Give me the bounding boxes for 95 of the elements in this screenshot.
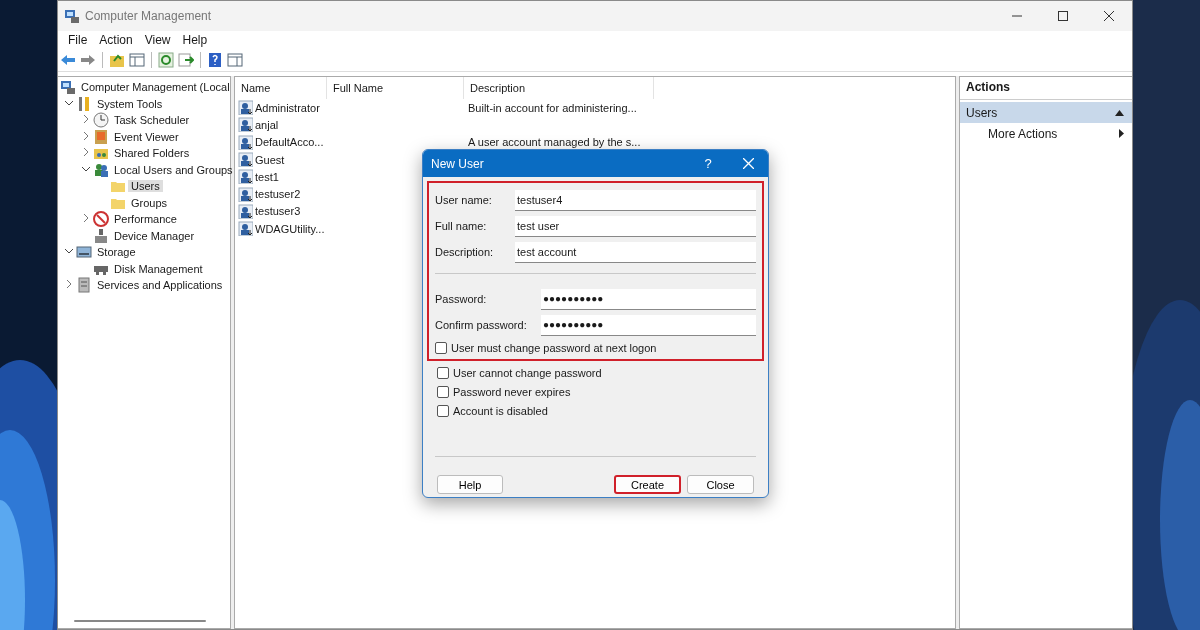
tree-item[interactable]: Services and Applications: [94, 279, 226, 292]
tree-item[interactable]: Storage: [94, 246, 139, 259]
actions-section[interactable]: Users: [960, 102, 1132, 123]
menu-item[interactable]: Help: [176, 33, 214, 47]
user-icon: [238, 203, 253, 219]
column-header[interactable]: Name: [235, 77, 327, 99]
table-cell-text: A user account managed by the s...: [467, 136, 642, 149]
tree-item[interactable]: Local Users and Groups: [111, 163, 236, 176]
scrollbar[interactable]: [74, 620, 206, 622]
tree-item[interactable]: Groups: [128, 196, 171, 209]
caret-icon: [1115, 109, 1124, 116]
checkbox[interactable]: [437, 404, 449, 417]
table-cell: testuser2: [255, 188, 301, 201]
user-icon: [238, 169, 253, 185]
tree-item[interactable]: Performance: [111, 213, 180, 226]
caret-icon: [1119, 129, 1124, 138]
close-icon[interactable]: [1104, 11, 1114, 21]
collapse-chevron-icon[interactable]: [65, 247, 73, 256]
computer-icon: [64, 8, 80, 24]
table-cell: anjal: [255, 118, 279, 131]
dialog-button[interactable]: Create: [614, 475, 681, 494]
table-cell: testuser3: [255, 205, 301, 218]
expand-chevron-icon[interactable]: [82, 214, 90, 223]
log-icon: [93, 128, 109, 145]
tree-item[interactable]: Disk Management: [111, 262, 206, 275]
password-field[interactable]: ●●●●●●●●●●: [541, 288, 756, 310]
tree-item[interactable]: Device Manager: [111, 229, 198, 242]
expand-chevron-icon[interactable]: [82, 115, 90, 124]
checkbox-label: Account is disabled: [453, 404, 548, 417]
tree-item[interactable]: Event Viewer: [111, 130, 182, 143]
user-icon: [238, 221, 253, 237]
maximize-icon[interactable]: [1058, 11, 1068, 21]
menu-item[interactable]: View: [138, 33, 177, 47]
tree-item[interactable]: Users: [128, 180, 163, 193]
help-icon[interactable]: [207, 52, 223, 68]
checkbox[interactable]: [437, 366, 449, 379]
forward-arrow-icon[interactable]: [80, 53, 96, 67]
clock-icon: [93, 112, 109, 129]
folder-up-icon[interactable]: [109, 52, 125, 68]
expand-chevron-icon[interactable]: [65, 280, 73, 289]
expand-chevron-icon[interactable]: [82, 148, 90, 157]
export-icon[interactable]: [178, 52, 194, 68]
user-icon: [238, 100, 253, 116]
checkbox[interactable]: [437, 385, 449, 398]
column-header[interactable]: Full Name: [327, 77, 464, 99]
tree-item[interactable]: Computer Management (Local: [78, 81, 233, 94]
pane-icon[interactable]: [129, 52, 145, 68]
field-label: Full name:: [435, 220, 488, 232]
checkbox-label: Password never expires: [453, 385, 571, 398]
column-header[interactable]: Description: [464, 77, 654, 99]
field-label: Password:: [435, 293, 488, 305]
input-field[interactable]: test user: [515, 215, 756, 237]
panel-title: Actions: [960, 77, 1132, 100]
collapse-chevron-icon[interactable]: [82, 164, 90, 173]
tree-item[interactable]: Task Scheduler: [111, 114, 193, 127]
checkbox-label: User must change password at next logon: [451, 341, 657, 354]
pane-icon[interactable]: [227, 52, 243, 68]
menu-item[interactable]: Action: [93, 33, 139, 47]
field-label: Description:: [435, 246, 495, 258]
field-label: Confirm password:: [435, 319, 528, 331]
window-title: Computer Management: [85, 9, 213, 23]
user-icon: [238, 186, 253, 202]
users-icon: [93, 161, 109, 178]
password-field[interactable]: ●●●●●●●●●●: [541, 314, 756, 336]
expand-chevron-icon[interactable]: [82, 131, 90, 140]
refresh-icon[interactable]: [158, 52, 174, 68]
table-cell: WDAGUtility...: [255, 222, 325, 235]
no-entry-icon: [93, 211, 109, 228]
tree-item[interactable]: Shared Folders: [111, 147, 193, 160]
back-arrow-icon[interactable]: [60, 53, 76, 67]
help-button[interactable]: ?: [688, 156, 728, 171]
table-cell: Guest: [255, 153, 285, 166]
user-icon: [238, 152, 253, 168]
checkbox[interactable]: [435, 341, 447, 354]
checkbox-label: User cannot change password: [453, 366, 602, 379]
dialog-button[interactable]: Help: [437, 475, 503, 494]
user-icon: [238, 134, 253, 150]
storage-icon: [76, 244, 92, 261]
table-cell: DefaultAcco...: [255, 136, 324, 149]
input-field[interactable]: testuser4: [515, 189, 756, 211]
action-item[interactable]: More Actions: [960, 123, 1132, 144]
device-icon: [93, 227, 109, 244]
collapse-chevron-icon[interactable]: [65, 98, 73, 107]
field-label: User name:: [435, 194, 493, 206]
computer-icon: [60, 79, 76, 96]
table-cell: Administrator: [255, 101, 320, 114]
input-field[interactable]: test account: [515, 241, 756, 263]
tree-item[interactable]: System Tools: [94, 97, 166, 110]
server-icon: [76, 277, 92, 294]
dialog-button[interactable]: Close: [687, 475, 754, 494]
dialog-title: New User: [431, 156, 485, 171]
table-cell-text: Built-in account for administering...: [467, 101, 638, 114]
table-cell: test1: [255, 170, 279, 183]
menu-item[interactable]: File: [62, 33, 94, 47]
user-icon: [238, 117, 253, 133]
